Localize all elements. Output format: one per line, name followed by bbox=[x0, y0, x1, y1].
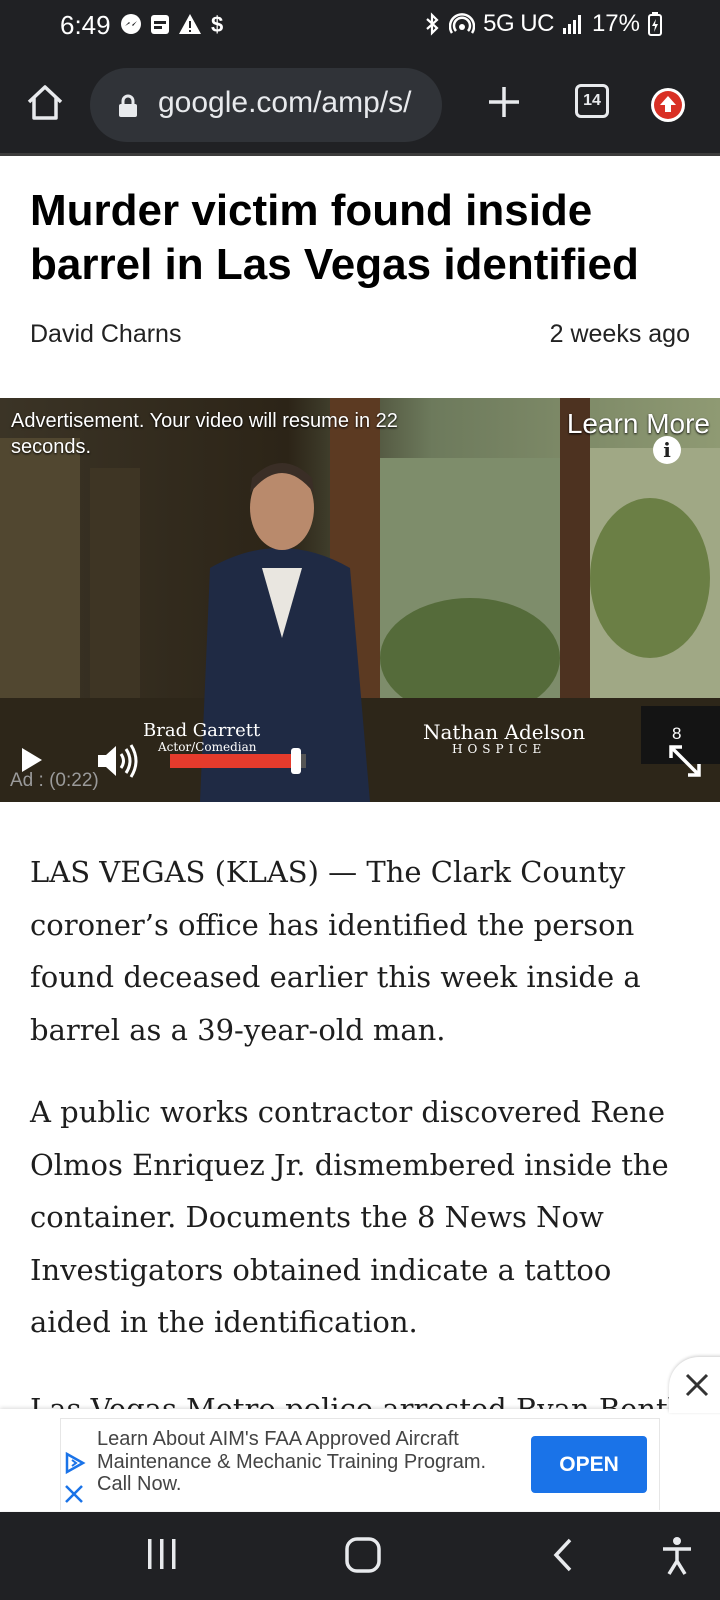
adchoices-icon[interactable] bbox=[64, 1451, 86, 1475]
home-circle-icon[interactable] bbox=[344, 1536, 382, 1574]
warning-icon bbox=[179, 14, 201, 34]
fullscreen-icon[interactable] bbox=[668, 744, 702, 778]
messenger-icon bbox=[121, 14, 141, 34]
article-timestamp: 2 weeks ago bbox=[549, 320, 690, 348]
ad-dismiss-icon[interactable] bbox=[64, 1484, 84, 1504]
signal-icon bbox=[562, 15, 581, 34]
volume-icon[interactable] bbox=[96, 743, 140, 779]
ad-timer: Ad : (0:22) bbox=[10, 770, 99, 791]
update-button[interactable] bbox=[651, 88, 685, 122]
update-icon bbox=[654, 91, 682, 119]
address-bar[interactable]: google.com/amp/s/ bbox=[90, 68, 442, 142]
status-bar: 6:49 $ 5G UC 17% bbox=[0, 0, 720, 52]
video-ad-player[interactable]: Advertisement. Your video will resume in… bbox=[0, 398, 720, 802]
battery-charging-icon bbox=[648, 12, 662, 36]
skip-countdown: 8 bbox=[672, 724, 682, 743]
dollar-icon: $ bbox=[211, 12, 223, 36]
article-headline: Murder victim found inside barrel in Las… bbox=[30, 186, 639, 289]
ad-open-button[interactable]: OPEN bbox=[531, 1436, 647, 1493]
accessibility-icon[interactable] bbox=[660, 1536, 694, 1576]
status-time: 6:49 bbox=[60, 10, 111, 40]
video-person-role: Actor/Comedian bbox=[158, 740, 257, 754]
ad-progress-bar[interactable] bbox=[170, 748, 306, 774]
ad-text[interactable]: Learn About AIM's FAA Approved Aircraft … bbox=[97, 1428, 517, 1496]
learn-more-link[interactable]: Learn More bbox=[567, 408, 710, 440]
calendar-icon bbox=[151, 15, 169, 34]
network-type: 5G UC bbox=[483, 10, 554, 37]
close-icon bbox=[685, 1373, 709, 1397]
home-button[interactable] bbox=[24, 82, 66, 124]
url-text: google.com/amp/s/ bbox=[158, 86, 412, 119]
video-person-name: Brad Garrett bbox=[143, 720, 261, 741]
info-icon[interactable]: i bbox=[653, 436, 681, 464]
ad-progress-fill bbox=[170, 754, 297, 768]
ad-progress-thumb[interactable] bbox=[291, 748, 302, 774]
plus-icon bbox=[489, 87, 519, 117]
svg-text:$: $ bbox=[211, 12, 223, 36]
notification-icons: $ bbox=[120, 12, 226, 36]
article-paragraph: A public works contractor discovered Ren… bbox=[30, 1095, 669, 1339]
system-nav-bar bbox=[0, 1512, 720, 1600]
lock-icon bbox=[119, 94, 137, 117]
home-icon bbox=[27, 85, 63, 120]
ad-close-button[interactable] bbox=[669, 1357, 720, 1413]
new-tab-button[interactable] bbox=[484, 82, 524, 122]
system-icons: 5G UC 17% bbox=[423, 10, 662, 38]
battery-percent: 17% bbox=[591, 10, 640, 37]
tabs-icon[interactable]: 14 bbox=[575, 84, 609, 118]
hotspot-icon bbox=[449, 13, 476, 34]
ad-notice: Advertisement. Your video will resume in… bbox=[11, 410, 398, 458]
sponsor-logo-name: Nathan Adelson bbox=[423, 720, 586, 744]
article-author[interactable]: David Charns bbox=[30, 320, 181, 349]
bluetooth-icon bbox=[426, 12, 439, 36]
back-icon[interactable] bbox=[550, 1536, 576, 1574]
browser-toolbar: google.com/amp/s/ 14 bbox=[0, 52, 720, 156]
sponsor-logo-subtitle: HOSPICE bbox=[452, 742, 547, 756]
recents-icon[interactable] bbox=[145, 1536, 179, 1572]
article-paragraph: LAS VEGAS (KLAS) — The Clark County coro… bbox=[30, 855, 641, 1047]
article-paragraph: Las Vegas Metro police arrested Ryan Ben… bbox=[30, 1392, 690, 1411]
